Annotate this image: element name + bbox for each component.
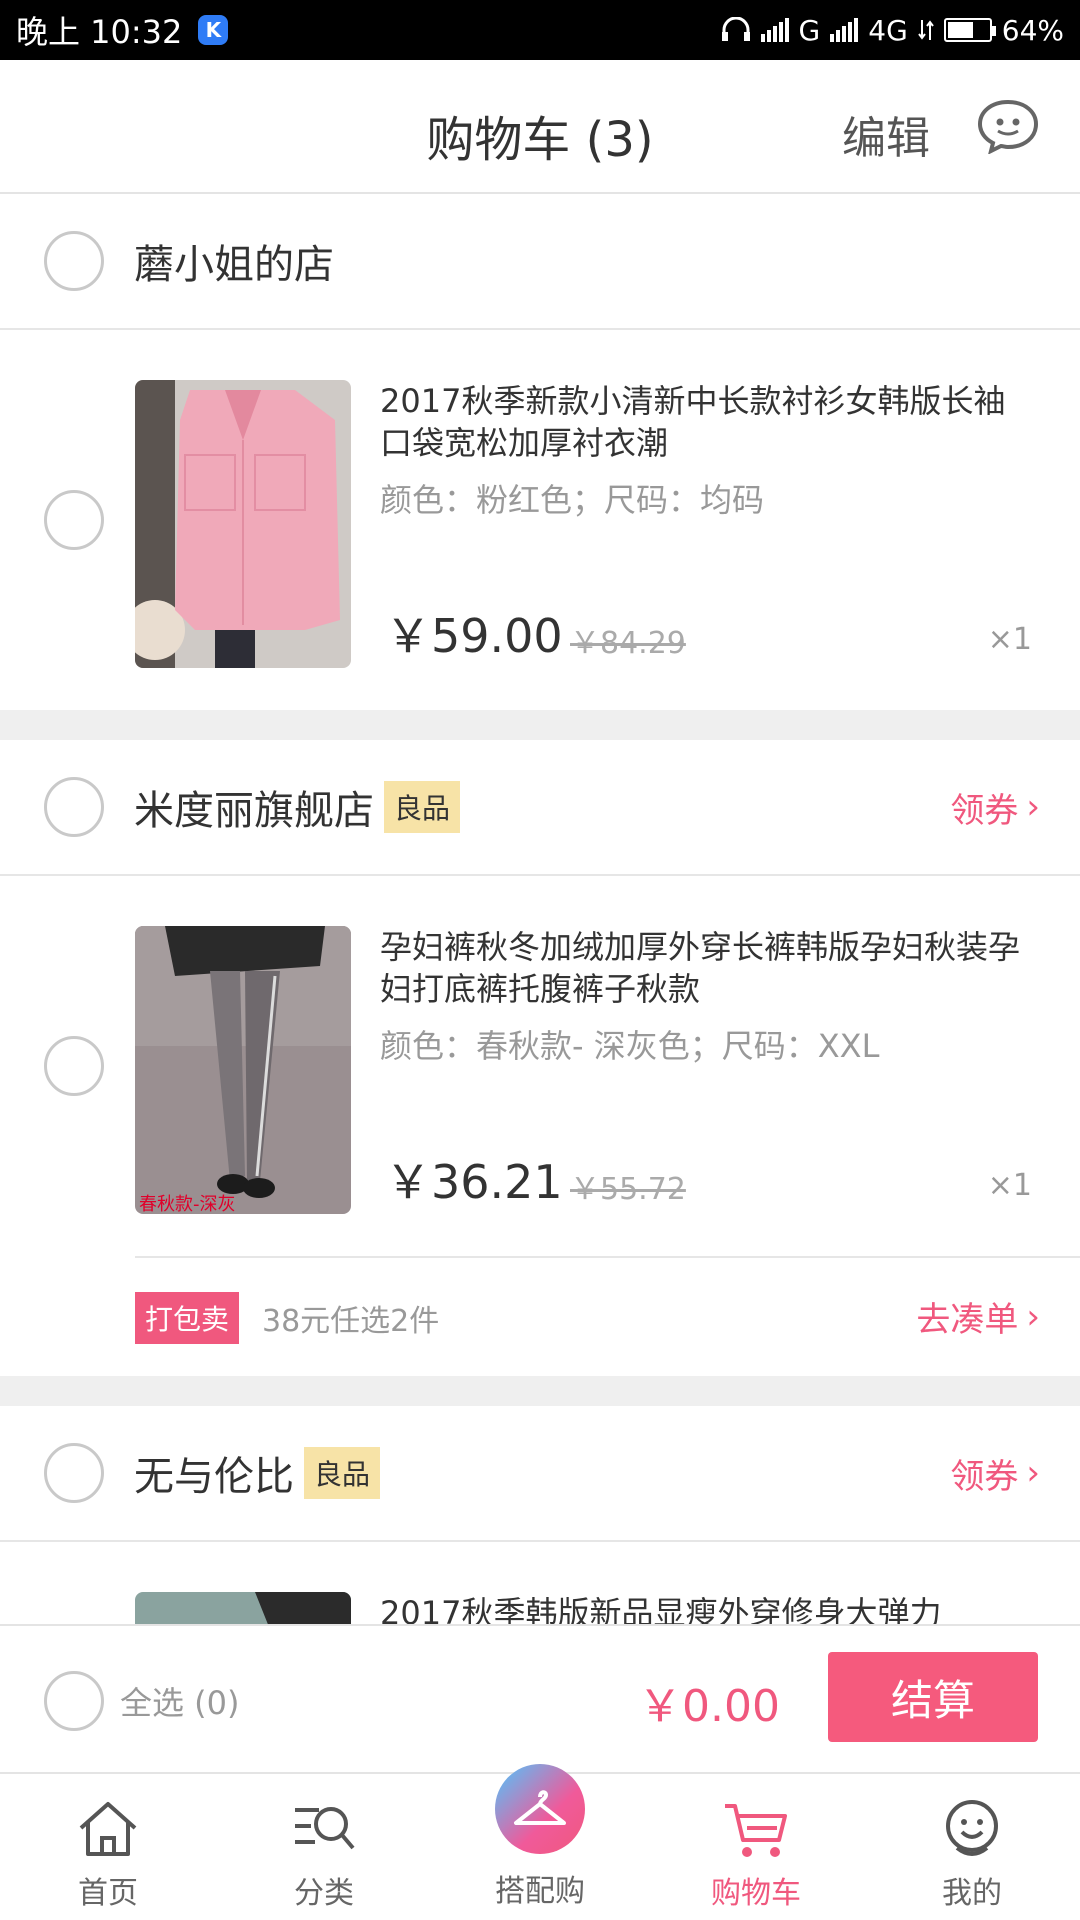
product-name[interactable]: 2017秋季新款小清新中长款衬衫女韩版长袖口袋宽松加厚衬衣潮 — [380, 380, 1020, 464]
item-select-radio[interactable] — [44, 490, 104, 550]
product-image[interactable] — [135, 1592, 351, 1624]
tab-home[interactable]: 首页 — [0, 1774, 216, 1920]
product-name[interactable]: 孕妇裤秋冬加绒加厚外穿长裤韩版孕妇秋装孕妇打底裤托腹裤子秋款 — [380, 926, 1020, 1010]
edit-button[interactable]: 编辑 — [842, 102, 930, 166]
coupon-label: 领券 — [950, 1456, 1019, 1497]
total-price: ￥0.00 — [638, 1681, 780, 1732]
tab-label: 首页 — [78, 1876, 138, 1911]
signal-icon-2 — [830, 18, 859, 42]
product-spec: 颜色：春秋款- 深灰色；尺码：XXL — [380, 1027, 880, 1065]
battery-percent: 64% — [1001, 13, 1064, 47]
tab-label: 搭配购 — [495, 1874, 585, 1909]
select-all-radio[interactable] — [44, 1671, 104, 1731]
shop-header: 蘑小姐的店 — [0, 194, 1080, 330]
outfit-circle — [495, 1764, 585, 1854]
cart-item[interactable]: 2017秋季韩版新品显瘦外穿修身大弹力 — [0, 1542, 1080, 1624]
product-quantity: ×1 — [987, 1168, 1032, 1203]
data-transfer-icon — [917, 20, 934, 40]
tab-label: 分类 — [294, 1876, 354, 1911]
cart-list[interactable]: 蘑小姐的店 2017秋季新款小清新中长款衬衫女韩版长袖口袋宽松加厚衬衣潮 颜色：… — [0, 194, 1080, 1624]
battery-icon — [943, 18, 996, 42]
signal-icon — [760, 18, 789, 42]
item-select-radio[interactable] — [44, 1036, 104, 1096]
section-divider — [0, 710, 1080, 740]
product-price: ￥36.21 — [385, 1155, 563, 1209]
shop-name[interactable]: 米度丽旗舰店 — [134, 778, 374, 836]
coupon-link[interactable]: 领券 › — [950, 783, 1040, 832]
product-original-price: ￥55.72 — [570, 1172, 686, 1207]
network-type-2: 4G — [868, 13, 908, 47]
chevron-right-icon: › — [1026, 1453, 1040, 1493]
select-all-label[interactable]: 全选 (0) — [120, 1678, 240, 1724]
tab-label: 我的 — [942, 1876, 1002, 1911]
shop-name[interactable]: 蘑小姐的店 — [134, 232, 334, 290]
coupon-label: 领券 — [950, 790, 1019, 831]
product-price: ￥59.00 — [385, 609, 563, 663]
shop-select-radio[interactable] — [44, 1443, 104, 1503]
category-search-icon — [295, 1807, 355, 1850]
product-image[interactable] — [135, 380, 351, 668]
chevron-right-icon: › — [1026, 787, 1040, 827]
shop-name[interactable]: 无与伦比 — [134, 1444, 294, 1502]
add-more-link[interactable]: 去凑单 › — [916, 1292, 1040, 1341]
product-quantity: ×1 — [987, 622, 1032, 657]
tab-cart[interactable]: 购物车 — [648, 1774, 864, 1920]
app-notification-icon: K — [198, 15, 229, 45]
profile-icon — [946, 1800, 998, 1856]
quality-badge: 良品 — [384, 781, 461, 833]
shop-header: 无与伦比 良品 领券 › — [0, 1406, 1080, 1542]
hanger-icon — [514, 1790, 566, 1825]
product-name[interactable]: 2017秋季韩版新品显瘦外穿修身大弹力 — [380, 1592, 1020, 1624]
status-bar: 晚上 10:32 K G 4G 64% — [0, 0, 1080, 60]
bottom-tab-bar: 首页 分类 搭配购 购物车 我的 — [0, 1764, 1080, 1920]
coupon-link[interactable]: 领券 › — [950, 1449, 1040, 1498]
checkout-button[interactable]: 结算 — [828, 1652, 1038, 1742]
network-type: G — [798, 13, 821, 47]
tab-label: 购物车 — [711, 1876, 801, 1911]
shop-header: 米度丽旗舰店 良品 领券 › — [0, 740, 1080, 876]
product-image[interactable]: 春秋款-深灰 — [135, 926, 351, 1214]
product-spec: 颜色：粉红色；尺码：均码 — [380, 481, 765, 519]
section-divider — [0, 1376, 1080, 1406]
status-time: 晚上 10:32 — [16, 13, 183, 51]
cart-item[interactable]: 春秋款-深灰 孕妇裤秋冬加绒加厚外穿长裤韩版孕妇秋装孕妇打底裤托腹裤子秋款 颜色… — [0, 876, 1080, 1256]
cart-header: 购物车 (3) 编辑 — [0, 60, 1080, 194]
tab-profile[interactable]: 我的 — [864, 1774, 1080, 1920]
checkout-bar: 全选 (0) ￥0.00 结算 — [0, 1624, 1080, 1774]
quality-badge: 良品 — [304, 1447, 381, 1499]
add-more-label: 去凑单 — [916, 1300, 1019, 1340]
headset-icon — [721, 17, 750, 41]
product-original-price: ￥84.29 — [570, 626, 686, 661]
image-caption: 春秋款-深灰 — [139, 1194, 236, 1214]
home-icon — [79, 1802, 137, 1856]
bundle-badge: 打包卖 — [135, 1292, 240, 1344]
bundle-description: 38元任选2件 — [262, 1304, 440, 1339]
bundle-promo-row: 打包卖 38元任选2件 去凑单 › — [0, 1256, 1080, 1376]
chat-icon[interactable] — [976, 98, 1040, 154]
shop-select-radio[interactable] — [44, 777, 104, 837]
tab-category[interactable]: 分类 — [216, 1774, 432, 1920]
cart-icon — [725, 1804, 787, 1857]
shop-select-radio[interactable] — [44, 231, 104, 291]
divider — [135, 1256, 1080, 1258]
cart-item[interactable]: 2017秋季新款小清新中长款衬衫女韩版长袖口袋宽松加厚衬衣潮 颜色：粉红色；尺码… — [0, 330, 1080, 710]
chevron-right-icon: › — [1026, 1296, 1040, 1337]
tab-outfit[interactable]: 搭配购 — [432, 1764, 648, 1920]
